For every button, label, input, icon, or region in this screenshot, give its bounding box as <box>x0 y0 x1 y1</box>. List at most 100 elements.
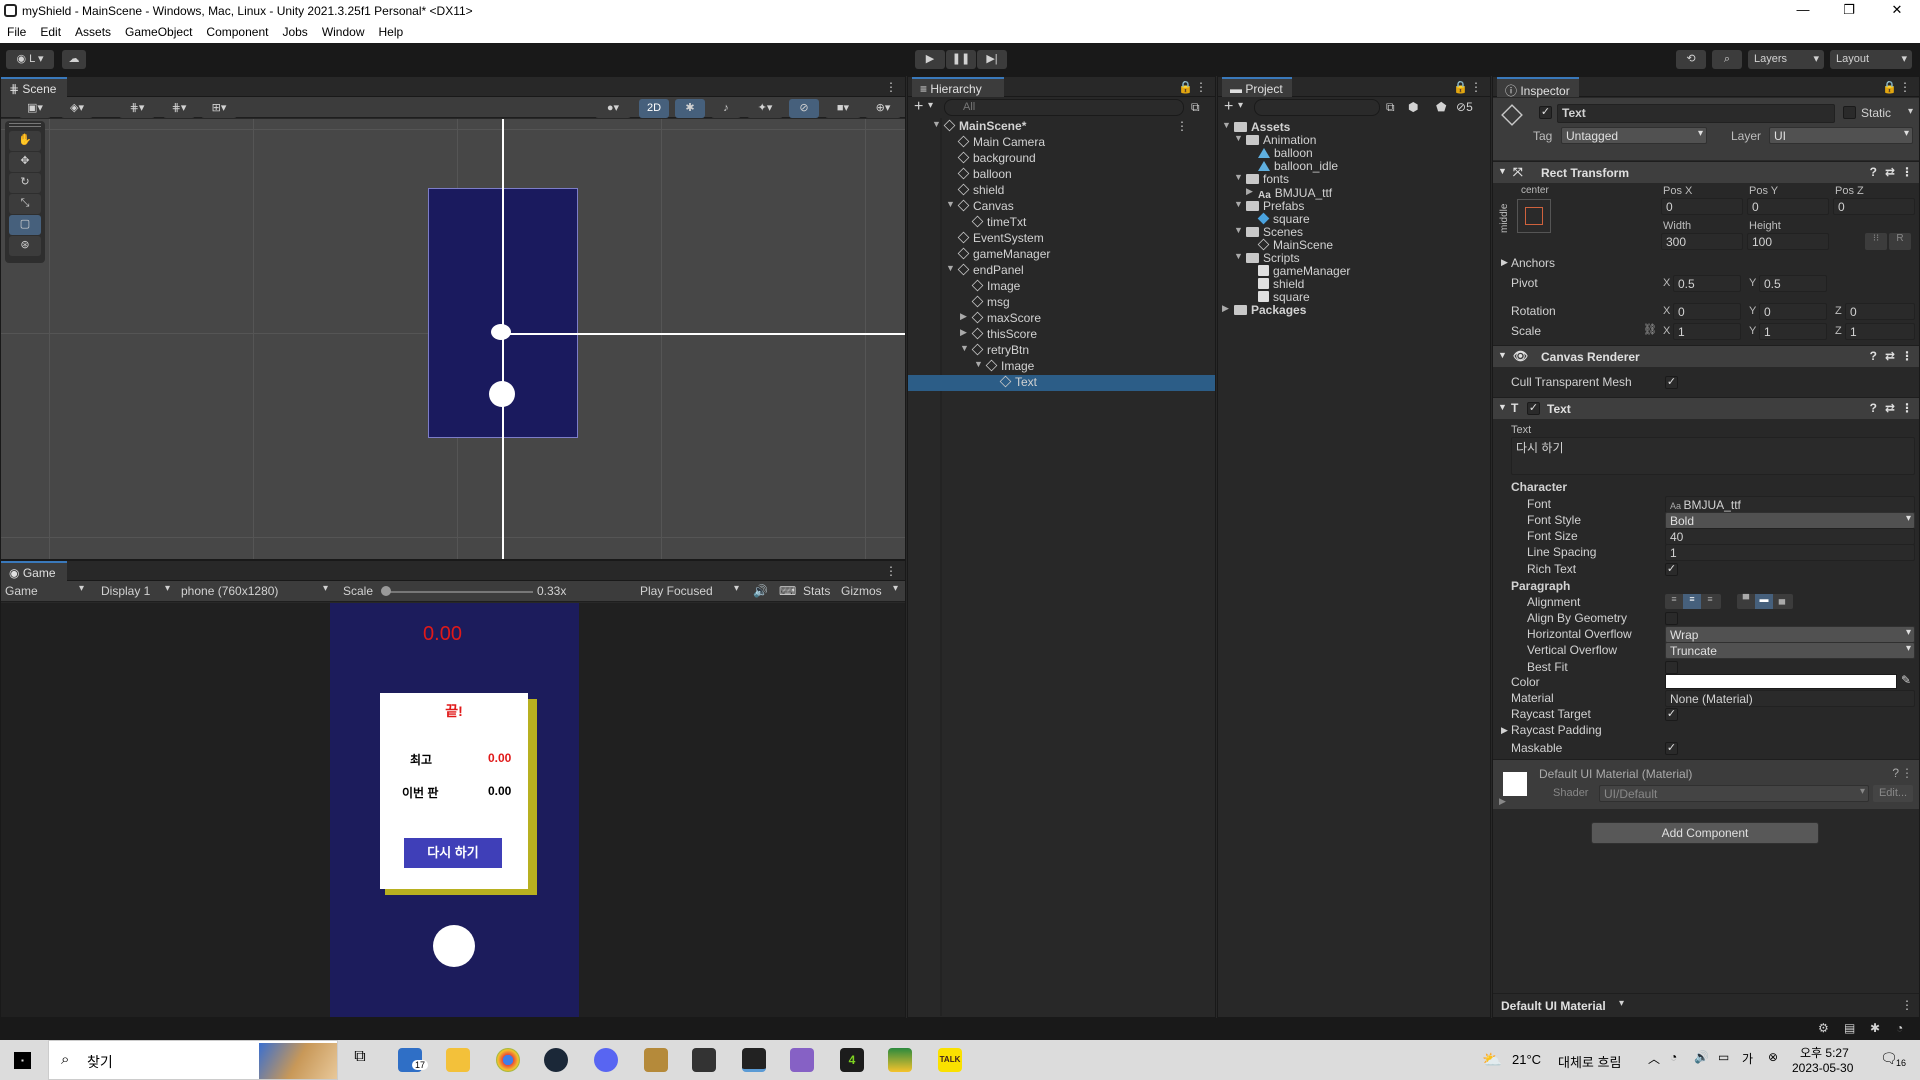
chevron-up-icon[interactable]: ︿ <box>1648 1050 1660 1067</box>
lock-icon[interactable]: 🔒 <box>1178 80 1193 94</box>
windows-start-icon[interactable] <box>14 1052 31 1069</box>
posx-field[interactable]: 0 <box>1661 198 1743 215</box>
vertical-overflow-dropdown[interactable]: Truncate <box>1665 642 1915 659</box>
task-view-icon[interactable]: ⧉ <box>348 1048 372 1072</box>
play-button[interactable]: ▶ <box>915 50 945 69</box>
clock-date[interactable]: 2023-05-30 <box>1792 1061 1853 1075</box>
keyboard-icon[interactable]: ⌨ <box>779 584 796 598</box>
rect-transform-header[interactable]: ▼ ⤧ Rect Transform ? ⇄ ⋮ <box>1493 161 1919 183</box>
font-field[interactable]: Aa BMJUA_ttf <box>1665 496 1915 513</box>
anchors-foldout[interactable]: Anchors <box>1511 256 1555 273</box>
rot-x-field[interactable]: 0 <box>1673 303 1741 320</box>
create-plus-icon[interactable]: + <box>1224 98 1233 116</box>
static-checkbox[interactable] <box>1843 106 1856 119</box>
tab-scene[interactable]: ⋕ Scene <box>1 77 67 97</box>
chevron-down-icon[interactable]: ▼ <box>960 343 969 353</box>
rect-tool-icon[interactable]: ▢ <box>9 215 41 235</box>
scale-z-field[interactable]: 1 <box>1845 323 1915 340</box>
effects-dropdown[interactable]: ✦▾ <box>747 99 783 118</box>
scale-slider-thumb[interactable] <box>381 586 391 596</box>
tray-icon[interactable]: ◔ <box>1670 1050 1677 1064</box>
chrome-icon[interactable] <box>496 1048 520 1072</box>
line-spacing-field[interactable]: 1 <box>1665 544 1915 561</box>
snap-increment-dropdown[interactable]: ⋕▾ <box>163 99 195 118</box>
chevron-down-icon[interactable]: ▼ <box>946 199 955 209</box>
bug-icon[interactable]: ✱ <box>1870 1021 1880 1035</box>
object-name-field[interactable]: Text <box>1557 104 1835 123</box>
menu-file[interactable]: File <box>0 22 33 39</box>
weather-temp[interactable]: 21°C <box>1512 1052 1541 1067</box>
hierarchy-item[interactable]: Image <box>971 279 1020 295</box>
hierarchy-item[interactable]: ▼ retryBtn <box>960 343 1029 359</box>
hierarchy-item[interactable]: Text <box>908 375 1215 391</box>
height-field[interactable]: 100 <box>1747 233 1829 250</box>
help-icon[interactable]: ? <box>1870 165 1877 179</box>
tab-game[interactable]: ◉ Game <box>1 561 67 581</box>
best-fit-checkbox[interactable] <box>1665 661 1678 674</box>
pivot-x-field[interactable]: 0.5 <box>1673 275 1741 292</box>
cull-transparent-checkbox[interactable]: ✓ <box>1665 376 1678 389</box>
hierarchy-item[interactable]: background <box>957 151 1036 167</box>
file-explorer-icon[interactable] <box>446 1048 470 1072</box>
hierarchy-item[interactable]: balloon <box>957 167 1012 183</box>
camera-dropdown[interactable]: ■▾ <box>825 99 861 118</box>
text-content-area[interactable]: 다시 하기 <box>1511 437 1915 475</box>
hierarchy-item[interactable]: ▶ thisScore <box>960 327 1037 343</box>
minimize-button[interactable]: — <box>1780 0 1826 22</box>
chevron-right-icon[interactable]: ▶ <box>1222 303 1229 314</box>
color-swatch[interactable] <box>1665 674 1897 689</box>
eyedropper-icon[interactable]: ✎ <box>1901 673 1911 687</box>
project-item[interactable]: ▶ Packages <box>1222 303 1306 319</box>
weather-text[interactable]: 대체로 흐림 <box>1558 1052 1621 1071</box>
more-icon[interactable]: ⋮ <box>1195 80 1207 94</box>
link-icon[interactable]: ⛓ <box>1643 323 1657 336</box>
menu-jobs[interactable]: Jobs <box>275 22 314 39</box>
2d-toggle[interactable]: 2D <box>639 99 669 118</box>
more-icon[interactable]: ⋮ <box>1901 766 1913 780</box>
more-icon[interactable]: ⋮ <box>1176 119 1188 133</box>
visual-studio-icon[interactable] <box>790 1048 814 1072</box>
menu-window[interactable]: Window <box>315 22 372 39</box>
align-right-icon[interactable]: ≡ <box>1701 594 1719 609</box>
rot-z-field[interactable]: 0 <box>1845 303 1915 320</box>
layout-dropdown[interactable]: Layout ▾ <box>1830 50 1912 69</box>
align-top-icon[interactable]: ▀ <box>1737 594 1755 609</box>
move-tool-icon[interactable]: ✥ <box>9 152 41 172</box>
history-icon[interactable]: ⟲ <box>1676 50 1706 69</box>
tab-inspector[interactable]: ⓘ Inspector <box>1497 77 1579 98</box>
more-icon[interactable]: ⋮ <box>1470 80 1482 94</box>
shader-dropdown[interactable]: UI/Default <box>1599 785 1869 802</box>
shading-dropdown[interactable]: ●▾ <box>595 99 631 118</box>
chevron-down-icon[interactable]: ▼ <box>932 119 941 129</box>
chevron-down-icon[interactable]: ▼ <box>1234 199 1243 209</box>
hierarchy-item[interactable]: timeTxt <box>971 215 1026 231</box>
menu-component[interactable]: Component <box>199 22 275 39</box>
more-icon[interactable]: ⋮ <box>1899 80 1911 94</box>
stats-button[interactable]: Stats <box>803 584 830 598</box>
display-dropdown[interactable]: Display 1 <box>101 584 150 598</box>
render-mode-dropdown[interactable]: ◈▾ <box>61 99 93 118</box>
help-icon[interactable]: ? <box>1870 401 1877 415</box>
lighting-icon[interactable]: ✱ <box>675 99 705 118</box>
chevron-down-icon[interactable]: ▼ <box>1222 120 1231 130</box>
chevron-down-icon[interactable]: ▼ <box>1234 251 1243 261</box>
layers-dropdown[interactable]: Layers ▾ <box>1748 50 1824 69</box>
cache-icon[interactable]: ▤ <box>1844 1021 1855 1035</box>
blueprint-mode-button[interactable]: ⁝⁝ <box>1865 233 1887 250</box>
more-icon[interactable]: ⋮ <box>1901 998 1913 1012</box>
maskable-checkbox[interactable]: ✓ <box>1665 742 1678 755</box>
hierarchy-item[interactable]: EventSystem <box>957 231 1044 247</box>
align-bottom-icon[interactable]: ▄ <box>1773 594 1791 609</box>
font-size-field[interactable]: 40 <box>1665 528 1915 545</box>
layer-dropdown[interactable]: UI <box>1769 127 1913 144</box>
more-icon[interactable]: ⋮ <box>1901 401 1913 415</box>
steam-icon[interactable] <box>544 1048 568 1072</box>
more-icon[interactable]: ⋮ <box>885 80 897 94</box>
menu-edit[interactable]: Edit <box>33 22 68 39</box>
scale-y-field[interactable]: 1 <box>1759 323 1827 340</box>
tag-dropdown[interactable]: Untagged <box>1561 127 1707 144</box>
scale-tool-icon[interactable]: ⤡ <box>9 194 41 214</box>
shader-edit-button[interactable]: Edit... <box>1873 785 1913 802</box>
tab-hierarchy[interactable]: ≡ Hierarchy <box>912 77 1004 97</box>
hierarchy-item[interactable]: gameManager <box>957 247 1050 263</box>
